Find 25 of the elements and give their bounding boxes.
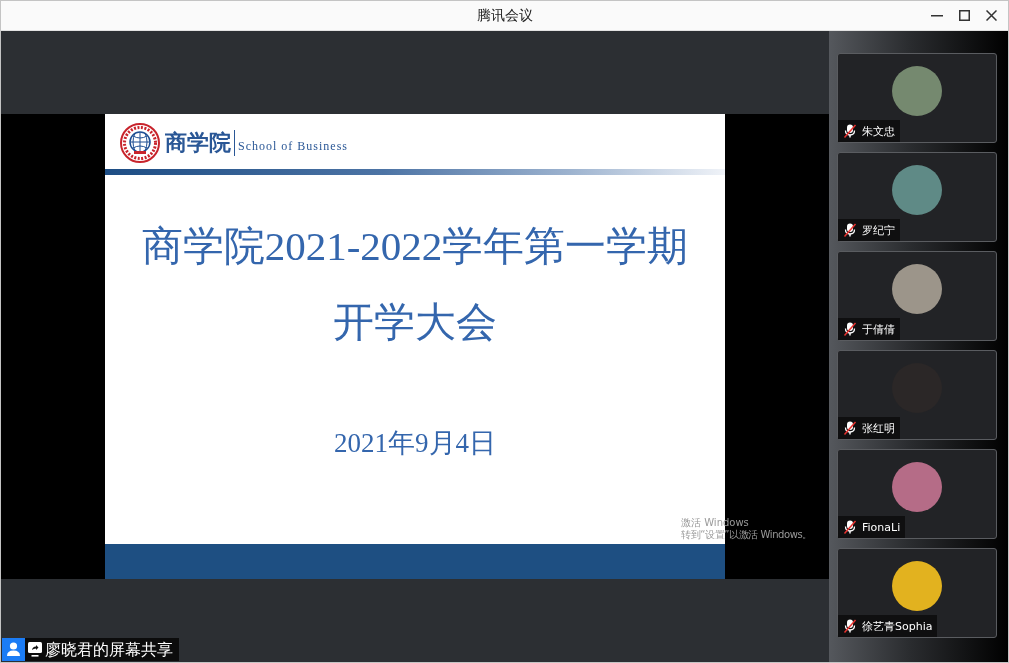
slide-date: 2021年9月4日 (334, 427, 496, 458)
participant-name: 张红明 (862, 420, 895, 436)
participant-name: 徐艺青Sophia (862, 618, 933, 634)
close-icon (985, 10, 997, 21)
participant-name: 于倩倩 (862, 321, 895, 337)
participant-name: 罗纪宁 (862, 222, 895, 238)
university-emblem-icon (120, 123, 160, 163)
participant-tile[interactable]: 张红明 (837, 350, 997, 440)
window-title: 腾讯会议 (476, 6, 533, 25)
screen-share-icon (28, 642, 42, 657)
participant-name: 朱文忠 (862, 123, 895, 139)
participant-name: FionaLi (862, 520, 901, 534)
school-subtitle: School of Business (238, 138, 348, 154)
participant-tile[interactable]: 于倩倩 (837, 251, 997, 341)
minimize-icon (931, 14, 943, 17)
school-name: 商学院 (165, 130, 235, 156)
activation-notice-text: 转到“设置”以激活 Windows。 (681, 529, 812, 541)
maximize-icon (958, 10, 970, 21)
presenter-label: 廖晓君的屏幕共享 (45, 639, 173, 660)
participant-tile[interactable]: 罗纪宁 (837, 152, 997, 242)
participant-tile[interactable]: 朱文忠 (837, 53, 997, 143)
slide-title: 商学院2021-2022学年第一学期 (141, 221, 689, 271)
participant-tile[interactable]: 徐艺青Sophia (837, 548, 997, 638)
participant-tile[interactable]: FionaLi (837, 449, 997, 539)
slide-title: 开学大会 (333, 297, 497, 347)
